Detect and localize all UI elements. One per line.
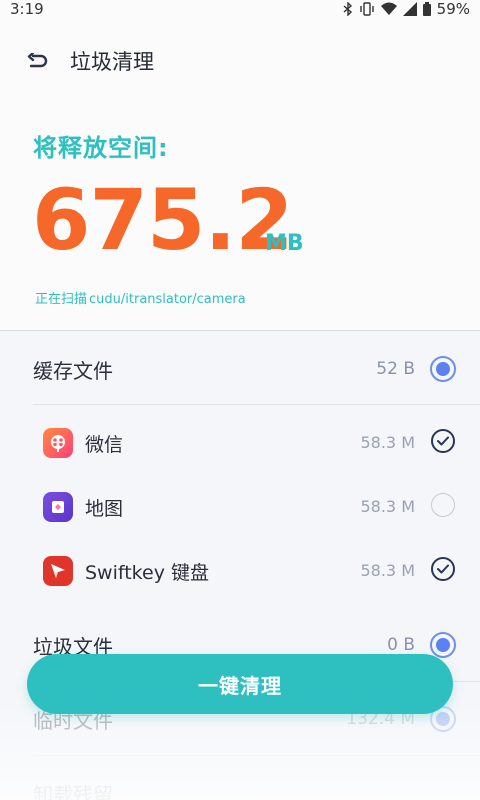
- video-app-icon: [43, 428, 73, 458]
- one-click-clean-button[interactable]: 一键清理: [27, 654, 453, 714]
- divider: [33, 404, 480, 405]
- map-app-icon: [43, 492, 73, 522]
- page-title: 垃圾清理: [70, 50, 154, 74]
- item-size: 58.3 M: [360, 433, 415, 452]
- junk-list: 缓存文件 52 B 微信 58.3 M 地图 58.3 M Swiftkey 键…: [0, 331, 480, 800]
- scan-status: 正在扫描 cudu/itranslator/camera: [33, 288, 246, 307]
- group-row-residue[interactable]: 卸载残留: [0, 757, 480, 800]
- scan-path: cudu/itranslator/camera: [89, 292, 246, 307]
- group-select-radio[interactable]: [430, 632, 456, 658]
- list-item[interactable]: Swiftkey 键盘 58.3 M: [0, 538, 480, 602]
- back-icon[interactable]: [24, 48, 52, 76]
- scan-prefix: 正在扫描: [35, 292, 88, 307]
- group-title: 缓存文件: [33, 358, 113, 383]
- item-size: 58.3 M: [360, 497, 415, 516]
- group-select-radio[interactable]: [430, 356, 456, 382]
- battery-icon: [422, 2, 431, 16]
- wifi-icon: [380, 2, 397, 16]
- group-title: 卸载残留: [33, 782, 113, 800]
- status-icons: 59%: [343, 0, 470, 18]
- item-name: Swiftkey 键盘: [85, 562, 209, 584]
- checked-icon[interactable]: [431, 557, 455, 581]
- group-row-cache[interactable]: 缓存文件 52 B: [0, 333, 480, 405]
- group-size: 0 B: [387, 635, 415, 655]
- cell-signal-icon: [402, 2, 417, 16]
- divider: [33, 755, 480, 756]
- item-size: 58.3 M: [360, 561, 415, 580]
- battery-percent: 59%: [436, 0, 470, 18]
- swiftkey-app-icon: [43, 556, 73, 586]
- list-item[interactable]: 地图 58.3 M: [0, 474, 480, 538]
- item-name: 微信: [85, 434, 124, 456]
- bluetooth-icon: [343, 2, 353, 16]
- status-bar: 3:19 59%: [0, 0, 480, 18]
- release-space-label: 将释放空间:: [33, 134, 169, 162]
- group-size: 52 B: [376, 359, 415, 379]
- checked-icon[interactable]: [431, 429, 455, 453]
- list-item[interactable]: 微信 58.3 M: [0, 410, 480, 474]
- release-size-value: 675.2: [32, 171, 294, 269]
- status-time: 3:19: [10, 0, 44, 18]
- release-size-unit: MB: [265, 231, 304, 256]
- vibrate-icon: [359, 2, 375, 16]
- unchecked-icon[interactable]: [431, 493, 455, 517]
- item-name: 地图: [85, 498, 124, 520]
- app-bar: 垃圾清理: [0, 40, 480, 84]
